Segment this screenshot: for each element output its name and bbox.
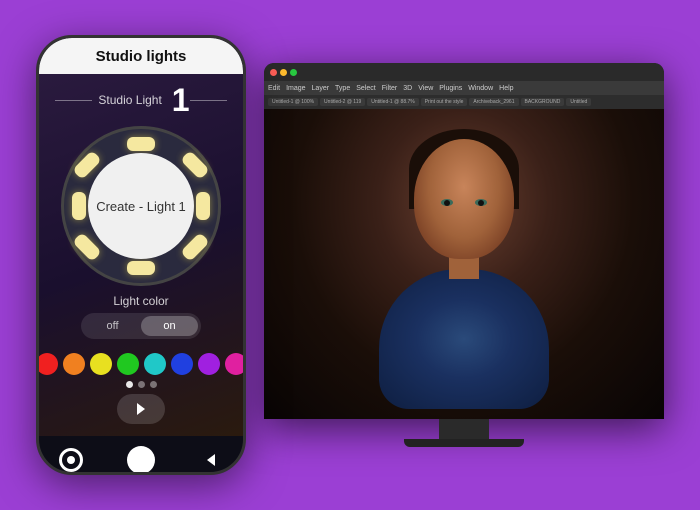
menu-layer[interactable]: Layer bbox=[312, 85, 330, 92]
traffic-light-minimize[interactable] bbox=[280, 69, 287, 76]
monitor-title-bar bbox=[264, 63, 664, 81]
arrow-right-icon bbox=[137, 403, 145, 415]
menu-window[interactable]: Window bbox=[468, 85, 493, 92]
menu-edit[interactable]: Edit bbox=[268, 85, 280, 92]
menu-3d[interactable]: 3D bbox=[403, 85, 412, 92]
face bbox=[414, 139, 514, 259]
dot-3[interactable] bbox=[150, 381, 157, 388]
scene: Studio lights Studio Light 1 bbox=[36, 35, 664, 475]
swatch-orange[interactable] bbox=[63, 353, 85, 375]
menu-plugins[interactable]: Plugins bbox=[439, 85, 462, 92]
ring-center-label: Create - Light 1 bbox=[96, 199, 186, 214]
tab-7[interactable]: Untitled bbox=[566, 98, 591, 106]
studio-light-number: 1 bbox=[172, 84, 190, 116]
color-swatches-row bbox=[36, 353, 246, 375]
tab-3[interactable]: Untitled-1 @ 88.7% bbox=[367, 98, 418, 106]
monitor-base bbox=[404, 439, 524, 447]
light-color-label: Light color bbox=[51, 294, 231, 308]
swatch-green[interactable] bbox=[117, 353, 139, 375]
header-line-right bbox=[190, 100, 227, 101]
menu-type[interactable]: Type bbox=[335, 85, 350, 92]
bulb-right bbox=[196, 192, 210, 220]
color-toggle-row: off on bbox=[81, 313, 201, 339]
eyes-row bbox=[429, 199, 499, 206]
bulb-bottom-right bbox=[180, 232, 210, 262]
tab-1[interactable]: Untitled-1 @ 100% bbox=[268, 98, 318, 106]
monitor-stand bbox=[439, 419, 489, 439]
target-icon bbox=[59, 448, 83, 472]
monitor-menu-bar: Edit Image Layer Type Select Filter 3D V… bbox=[264, 81, 664, 95]
toggle-off-button[interactable]: off bbox=[84, 316, 141, 336]
pagination-dots bbox=[126, 381, 157, 388]
header-line-left bbox=[55, 100, 92, 101]
traffic-light-maximize[interactable] bbox=[290, 69, 297, 76]
ring-light-container: Create - Light 1 bbox=[61, 126, 221, 286]
eye-left bbox=[441, 199, 453, 206]
next-page-button[interactable] bbox=[117, 394, 165, 424]
swatch-pink[interactable] bbox=[225, 353, 247, 375]
back-button[interactable] bbox=[195, 444, 227, 475]
dot-2[interactable] bbox=[138, 381, 145, 388]
target-button[interactable] bbox=[55, 444, 87, 475]
menu-select[interactable]: Select bbox=[356, 85, 375, 92]
menu-filter[interactable]: Filter bbox=[382, 85, 398, 92]
menu-image[interactable]: Image bbox=[286, 85, 305, 92]
portrait-photo bbox=[264, 109, 664, 419]
menu-help[interactable]: Help bbox=[499, 85, 513, 92]
light-color-section: Light color off on bbox=[51, 294, 231, 339]
swatch-yellow[interactable] bbox=[90, 353, 112, 375]
dot-1[interactable] bbox=[126, 381, 133, 388]
shutter-button[interactable] bbox=[127, 446, 155, 474]
monitor-tabs: Untitled-1 @ 100% Untitled-2 @ 119 Untit… bbox=[264, 95, 664, 109]
portrait-figure bbox=[374, 119, 554, 409]
phone-body: Studio Light 1 Create - Light 1 bbox=[39, 74, 243, 436]
swatch-blue[interactable] bbox=[171, 353, 193, 375]
menu-view[interactable]: View bbox=[418, 85, 433, 92]
bulb-bottom bbox=[127, 261, 155, 275]
app-title: Studio lights bbox=[96, 48, 187, 65]
phone-title-bar: Studio lights bbox=[39, 38, 243, 74]
phone: Studio lights Studio Light 1 bbox=[36, 35, 246, 475]
toggle-on-button[interactable]: on bbox=[141, 316, 198, 336]
tab-6[interactable]: BACKGROUND bbox=[521, 98, 565, 106]
studio-light-header: Studio Light 1 bbox=[51, 84, 231, 116]
chevron-left-icon bbox=[207, 454, 215, 466]
monitor: Edit Image Layer Type Select Filter 3D V… bbox=[264, 63, 664, 419]
scarf bbox=[379, 269, 549, 409]
tab-2[interactable]: Untitled-2 @ 119 bbox=[320, 98, 365, 106]
traffic-light-close[interactable] bbox=[270, 69, 277, 76]
eye-right bbox=[475, 199, 487, 206]
bulb-top bbox=[127, 137, 155, 151]
monitor-canvas bbox=[264, 109, 664, 419]
swatch-red[interactable] bbox=[36, 353, 58, 375]
bulb-left bbox=[72, 192, 86, 220]
tab-5[interactable]: Archiveback_2961 bbox=[469, 98, 518, 106]
tab-4[interactable]: Print out the style bbox=[421, 98, 468, 106]
swatch-cyan[interactable] bbox=[144, 353, 166, 375]
studio-light-label: Studio Light bbox=[98, 93, 161, 107]
ring-outer: Create - Light 1 bbox=[61, 126, 221, 286]
swatch-purple[interactable] bbox=[198, 353, 220, 375]
ring-inner[interactable]: Create - Light 1 bbox=[88, 153, 194, 259]
phone-bottom-bar bbox=[39, 436, 243, 475]
monitor-wrap: Edit Image Layer Type Select Filter 3D V… bbox=[264, 63, 664, 447]
